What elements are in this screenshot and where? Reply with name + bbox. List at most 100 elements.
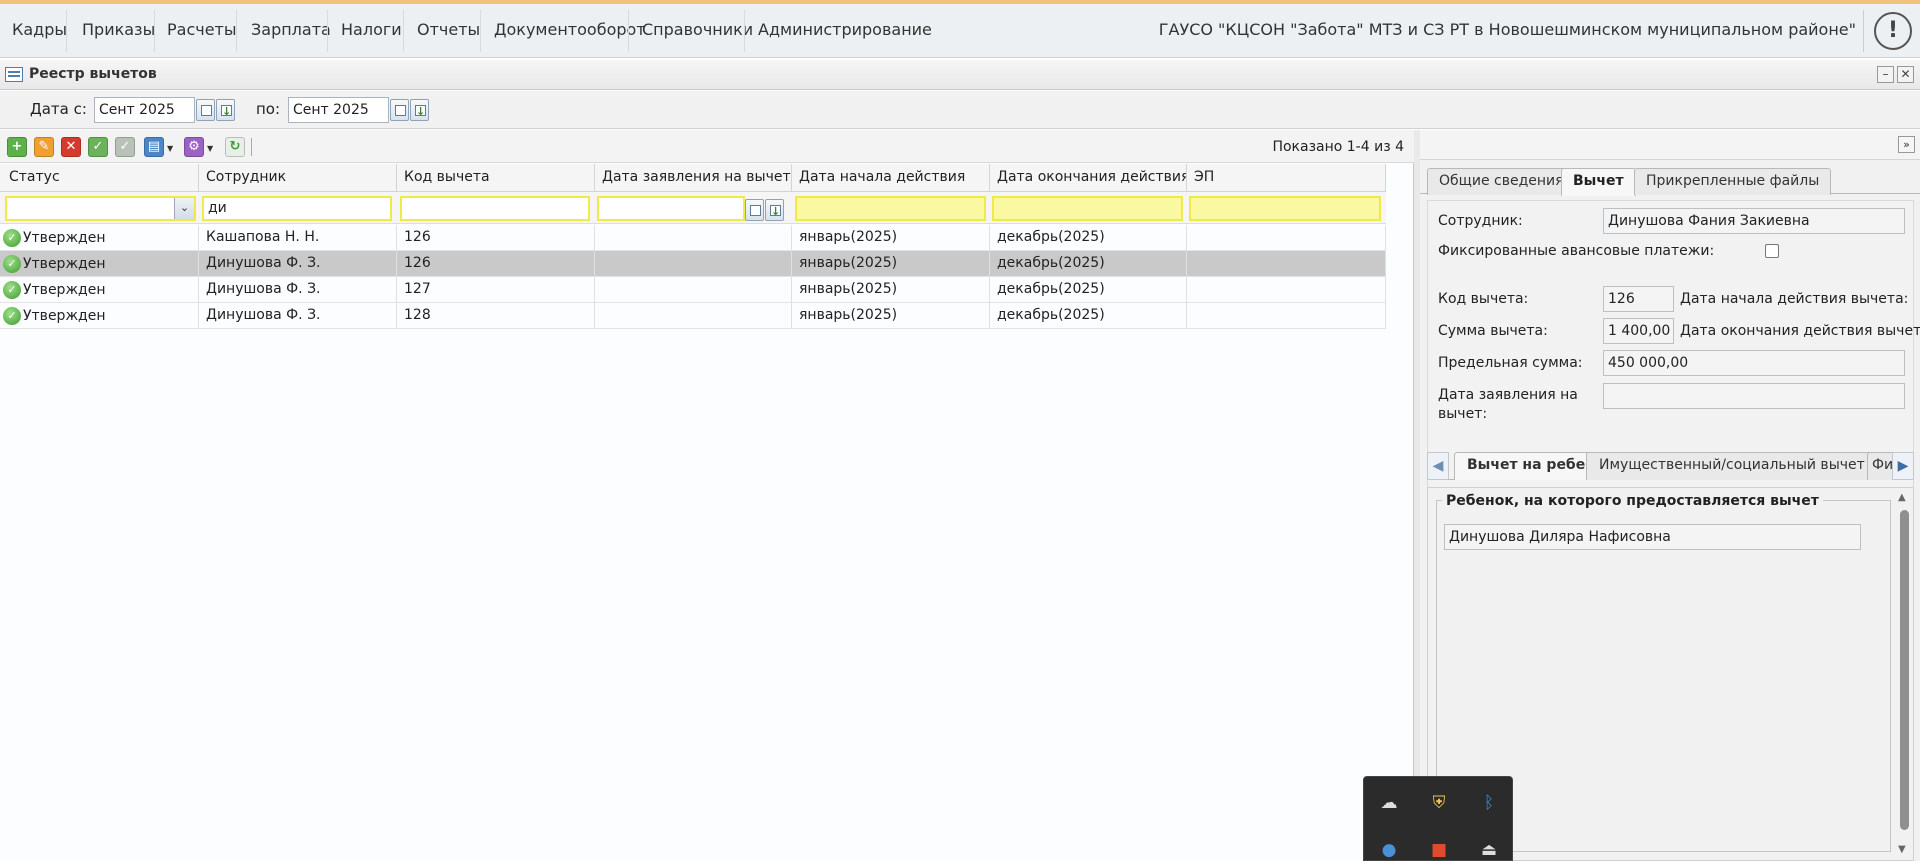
tab-truncated[interactable]: Фи — [1867, 452, 1895, 480]
employee-filter-input[interactable]: ди — [202, 196, 392, 221]
table-row[interactable]: ✓ Утвержден Кашапова Н. Н. 126 январь(202… — [0, 225, 1386, 251]
menu-separator — [480, 10, 481, 52]
approved-check-icon: ✓ — [3, 229, 21, 247]
table-row[interactable]: ✓ Утвержден Динушова Ф. З. 128 январь(202… — [0, 303, 1386, 329]
details-collapse-bar: » — [1420, 130, 1920, 160]
menu-item-nalogi[interactable]: Налоги — [341, 20, 402, 39]
row-ep — [1187, 251, 1386, 277]
sum-label: Сумма вычета: — [1438, 323, 1548, 339]
row-ep — [1187, 277, 1386, 303]
row-start-date: январь(2025) — [792, 225, 990, 251]
usb-eject-icon[interactable]: ⏏ — [1476, 837, 1502, 861]
main-menu-bar: Кадры Приказы Расчеты Зарплата Налоги От… — [0, 4, 1920, 58]
minimize-button[interactable]: – — [1877, 66, 1894, 83]
refresh-icon[interactable]: ↻ — [225, 137, 245, 157]
vertical-scrollbar[interactable]: ▲ ▼ — [1897, 490, 1911, 858]
table-row-selected[interactable]: ✓ Утвержден Динушова Ф. З. 126 январь(202… — [0, 251, 1386, 277]
menu-item-otchety[interactable]: Отчеты — [417, 20, 480, 39]
column-header-status[interactable]: Статус — [0, 164, 199, 192]
menu-item-administrirovanie[interactable]: Администрирование — [758, 20, 932, 39]
date-apply-icon[interactable] — [765, 199, 784, 221]
scrollbar-thumb[interactable] — [1900, 510, 1909, 830]
calendar-icon[interactable] — [390, 99, 409, 121]
row-request-date — [595, 251, 792, 277]
column-header-end-date[interactable]: Дата окончания действия — [990, 164, 1187, 192]
tab-property-social-deduction[interactable]: Имущественный/социальный вычет — [1586, 452, 1878, 480]
chevron-down-icon[interactable]: ⌄ — [174, 198, 194, 219]
approved-check-icon: ✓ — [3, 307, 21, 325]
column-header-employee[interactable]: Сотрудник — [199, 164, 397, 192]
records-shown-counter: Показано 1-4 из 4 — [1272, 139, 1404, 155]
menu-separator — [403, 10, 404, 52]
start-date-filter[interactable] — [795, 196, 986, 221]
fixed-payments-checkbox[interactable] — [1765, 244, 1779, 258]
request-date-label: Дата заявления на — [1438, 387, 1578, 403]
menu-separator — [628, 10, 629, 52]
code-field[interactable]: 126 — [1603, 286, 1674, 312]
menu-item-kadry[interactable]: Кадры — [12, 20, 67, 39]
limit-sum-field[interactable]: 450 000,00 — [1603, 350, 1905, 376]
row-employee: Кашапова Н. Н. — [199, 225, 397, 251]
chevron-down-icon[interactable]: ▼ — [167, 144, 173, 153]
date-apply-icon[interactable] — [410, 99, 429, 121]
bluetooth-icon[interactable]: ᛒ — [1476, 790, 1502, 816]
row-status: Утвержден — [23, 308, 106, 324]
employee-field[interactable]: Динушова Фания Закиевна — [1603, 208, 1905, 234]
menu-item-raschety[interactable]: Расчеты — [167, 20, 237, 39]
column-header-code[interactable]: Код вычета — [397, 164, 595, 192]
scroll-left-icon[interactable]: ◀ — [1427, 452, 1449, 480]
request-date-label-cont: вычет: — [1438, 406, 1488, 422]
approve-icon[interactable]: ✓ — [88, 137, 108, 157]
calendar-icon[interactable] — [745, 199, 764, 221]
close-button[interactable]: ✕ — [1897, 66, 1914, 83]
date-apply-icon[interactable] — [216, 99, 235, 121]
collapse-icon[interactable]: » — [1898, 136, 1915, 153]
tab-general[interactable]: Общие сведения — [1427, 168, 1576, 195]
table-row[interactable]: ✓ Утвержден Динушова Ф. З. 127 январь(202… — [0, 277, 1386, 303]
menu-item-prikazy[interactable]: Приказы — [82, 20, 155, 39]
calendar-icon[interactable] — [196, 99, 215, 121]
window-title: Реестр вычетов — [29, 66, 157, 82]
menu-separator — [744, 10, 745, 52]
deduction-type-tabs: ◀ Вычет на ребенка Имущественный/социаль… — [1427, 450, 1914, 480]
edit-icon[interactable]: ✎ — [34, 137, 54, 157]
delete-icon[interactable]: ✕ — [61, 137, 81, 157]
column-header-request-date[interactable]: Дата заявления на вычет — [595, 164, 792, 192]
row-start-date: январь(2025) — [792, 277, 990, 303]
menu-item-spravochniki[interactable]: Справочники — [642, 20, 753, 39]
date-to-input[interactable]: Сент 2025 — [288, 97, 389, 123]
settings-icon[interactable]: ⚙ — [184, 137, 204, 157]
security-shield-icon[interactable]: ⛨ — [1426, 790, 1452, 816]
start-date-label: Дата начала действия вычета: — [1680, 291, 1909, 307]
chevron-down-icon[interactable]: ▼ — [207, 144, 213, 153]
add-icon[interactable]: + — [7, 137, 27, 157]
tab-attached-files[interactable]: Прикрепленные файлы — [1634, 168, 1832, 195]
column-header-start-date[interactable]: Дата начала действия — [792, 164, 990, 192]
sum-field[interactable]: 1 400,00 — [1603, 318, 1674, 344]
office-tray-icon[interactable]: ■ — [1426, 837, 1452, 861]
ep-filter[interactable] — [1189, 196, 1381, 221]
menu-item-dokumentooborot[interactable]: Документооборот — [494, 20, 646, 39]
app-tray-icon[interactable]: ● — [1376, 837, 1402, 861]
scroll-up-icon[interactable]: ▲ — [1898, 492, 1906, 503]
cloud-offline-icon[interactable]: ☁ — [1376, 790, 1402, 816]
grid-filter-row: ⌄ ди — [0, 192, 1386, 224]
tab-deduction[interactable]: Вычет — [1561, 168, 1636, 196]
print-icon[interactable]: ▤ — [144, 137, 164, 157]
column-header-ep[interactable]: ЭП — [1187, 164, 1386, 192]
code-filter-input[interactable] — [400, 196, 590, 221]
scroll-down-icon[interactable]: ▼ — [1898, 844, 1906, 855]
child-fieldset-legend: Ребенок, на которого предоставляется выч… — [1442, 493, 1823, 509]
request-date-filter-input[interactable] — [597, 196, 745, 221]
end-date-filter[interactable] — [992, 196, 1183, 221]
unapprove-icon[interactable]: ✓ — [115, 137, 135, 157]
request-date-field[interactable] — [1603, 383, 1905, 409]
status-filter-select[interactable]: ⌄ — [5, 196, 196, 221]
menu-separator — [236, 10, 237, 52]
child-name-field[interactable]: Динушова Диляра Нафисовна — [1444, 524, 1861, 550]
menu-item-zarplata[interactable]: Зарплата — [251, 20, 331, 39]
details-tabs: Общие сведения Вычет Прикрепленные файлы — [1420, 166, 1920, 196]
date-from-input[interactable]: Сент 2025 — [94, 97, 195, 123]
scroll-right-icon[interactable]: ▶ — [1892, 452, 1914, 480]
alert-icon[interactable]: ! — [1874, 12, 1912, 50]
